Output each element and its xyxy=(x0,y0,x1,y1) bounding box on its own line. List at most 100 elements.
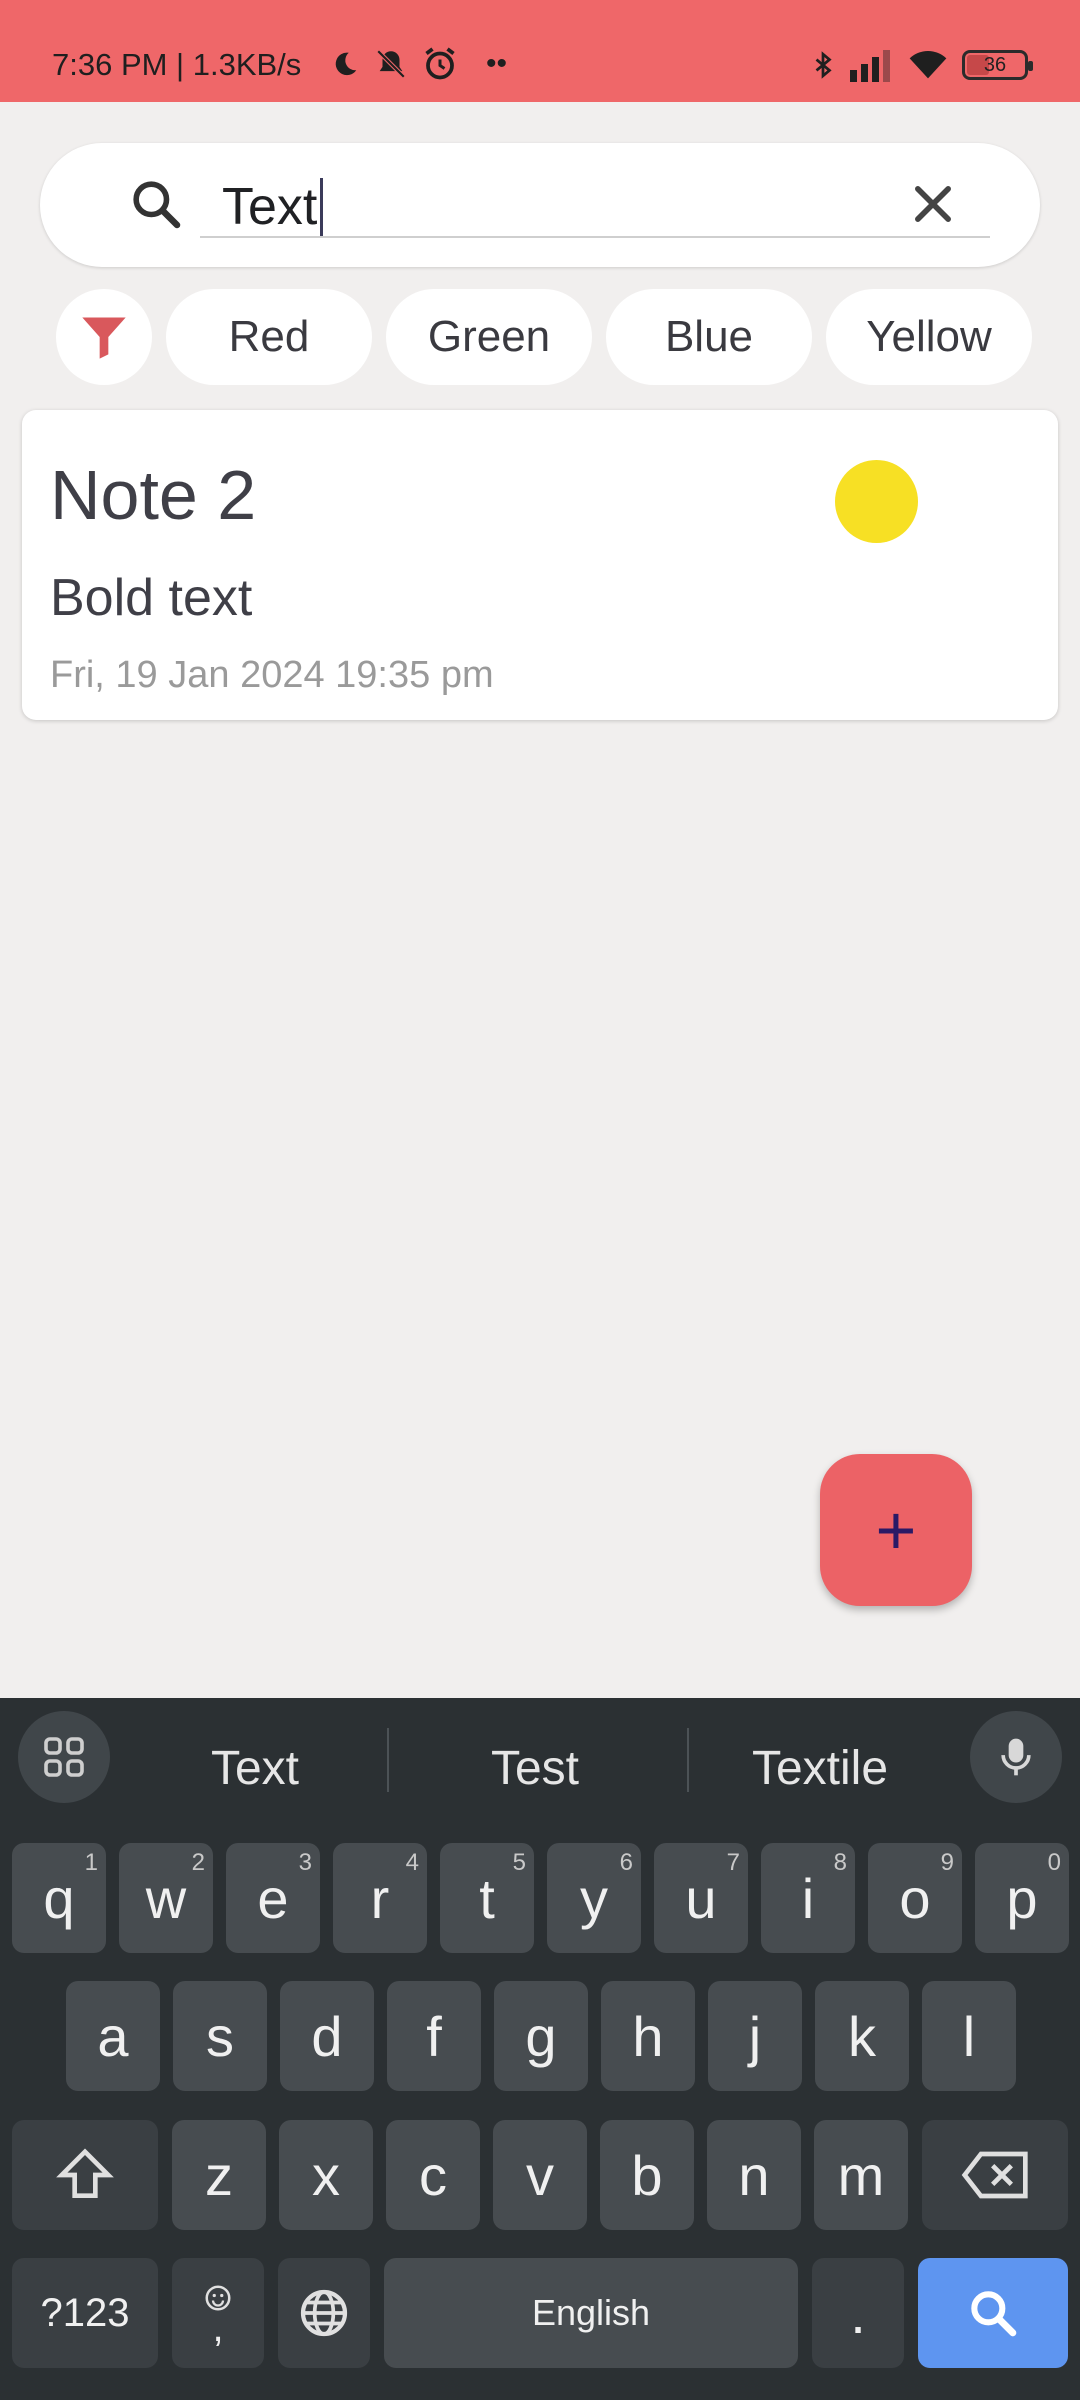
chip-green[interactable]: Green xyxy=(386,289,592,385)
symbols-key[interactable]: ?123 xyxy=(12,2258,158,2368)
suggestion-divider xyxy=(687,1728,689,1792)
backspace-icon xyxy=(961,2151,1028,2199)
key-hint: 2 xyxy=(191,1849,205,1876)
voice-input-button[interactable] xyxy=(970,1711,1062,1803)
chip-blue[interactable]: Blue xyxy=(606,289,812,385)
key-o[interactable]: o9 xyxy=(868,1843,962,1953)
key-j[interactable]: j xyxy=(708,1981,802,2091)
key-i[interactable]: i8 xyxy=(761,1843,855,1953)
search-icon xyxy=(971,2291,1017,2337)
filter-button[interactable] xyxy=(56,289,152,385)
key-w[interactable]: w2 xyxy=(119,1843,213,1953)
key-label: n xyxy=(738,2143,770,2207)
text-caret xyxy=(320,178,323,236)
status-left-icons: •• xyxy=(330,46,507,82)
moon-icon xyxy=(335,52,357,76)
key-t[interactable]: t5 xyxy=(440,1843,534,1953)
chip-yellow[interactable]: Yellow xyxy=(826,289,1032,385)
key-label: y xyxy=(580,1866,608,1930)
suggestion-2[interactable]: Test xyxy=(400,1728,670,1808)
wifi-icon xyxy=(909,51,947,79)
note-body: Bold text xyxy=(50,569,253,627)
note-date: Fri, 19 Jan 2024 19:35 pm xyxy=(50,654,494,696)
key-n[interactable]: n xyxy=(707,2120,801,2230)
key-label: s xyxy=(206,2004,234,2068)
key-label: w xyxy=(145,1866,187,1930)
key-e[interactable]: e3 xyxy=(226,1843,320,1953)
space-bar[interactable]: English xyxy=(384,2258,798,2368)
period-key[interactable]: . xyxy=(812,2258,904,2368)
backspace-key[interactable] xyxy=(922,2120,1068,2230)
search-action-key[interactable] xyxy=(918,2258,1068,2368)
key-label: o xyxy=(899,1866,931,1930)
chip-label: Blue xyxy=(664,312,754,361)
suggestion-3[interactable]: Textile xyxy=(690,1728,950,1808)
globe-icon xyxy=(300,2289,348,2337)
key-c[interactable]: c xyxy=(386,2120,480,2230)
key-p[interactable]: p0 xyxy=(975,1843,1069,1953)
key-label: j xyxy=(748,2004,762,2068)
battery-level: 36 xyxy=(983,53,1007,76)
language-key[interactable] xyxy=(278,2258,370,2368)
chip-label: Yellow xyxy=(866,312,992,361)
key-v[interactable]: v xyxy=(493,2120,587,2230)
key-label: i xyxy=(801,1866,815,1930)
key-label: p xyxy=(1006,1866,1038,1930)
key-label: t xyxy=(479,1866,495,1930)
alarm-icon xyxy=(425,47,455,80)
key-hint: 5 xyxy=(512,1849,526,1876)
chip-red[interactable]: Red xyxy=(166,289,372,385)
key-label: m xyxy=(837,2143,885,2207)
chip-label: Green xyxy=(427,312,551,361)
key-a[interactable]: a xyxy=(66,1981,160,2091)
key-label: g xyxy=(525,2004,557,2068)
key-m[interactable]: m xyxy=(814,2120,908,2230)
key-y[interactable]: y6 xyxy=(547,1843,641,1953)
key-hint: 4 xyxy=(405,1849,419,1876)
battery-icon: 36 xyxy=(962,50,1033,80)
key-hint: 8 xyxy=(833,1849,847,1876)
key-label: f xyxy=(426,2004,442,2068)
chip-label: Red xyxy=(228,312,310,361)
comma-emoji-key[interactable]: , xyxy=(172,2258,264,2368)
keyboard-menu-button[interactable] xyxy=(18,1711,110,1803)
status-right-icons: 36 xyxy=(810,44,1033,86)
key-label: u xyxy=(685,1866,717,1930)
shift-arrow-icon xyxy=(56,2148,114,2198)
key-hint: 7 xyxy=(726,1849,740,1876)
key-label: d xyxy=(311,2004,343,2068)
key-label: r xyxy=(370,1866,390,1930)
key-d[interactable]: d xyxy=(280,1981,374,2091)
key-u[interactable]: u7 xyxy=(654,1843,748,1953)
search-input[interactable] xyxy=(222,172,862,242)
key-r[interactable]: r4 xyxy=(333,1843,427,1953)
key-q[interactable]: q1 xyxy=(12,1843,106,1953)
plus-icon: + xyxy=(875,1491,917,1569)
signal-icon xyxy=(850,50,890,82)
key-label: q xyxy=(43,1866,75,1930)
key-label: b xyxy=(631,2143,663,2207)
key-l[interactable]: l xyxy=(922,1981,1016,2091)
key-g[interactable]: g xyxy=(494,1981,588,2091)
key-label: a xyxy=(97,2004,129,2068)
key-label: z xyxy=(205,2143,233,2207)
search-underline xyxy=(200,236,990,238)
apps-grid-icon xyxy=(44,1737,84,1777)
key-label: c xyxy=(419,2143,447,2207)
mute-bell-icon xyxy=(376,49,406,79)
key-label: e xyxy=(257,1866,289,1930)
shift-key[interactable] xyxy=(12,2120,158,2230)
suggestion-1[interactable]: Text xyxy=(120,1728,390,1808)
note-color-dot xyxy=(835,460,918,543)
note-title: Note 2 xyxy=(50,456,257,534)
key-f[interactable]: f xyxy=(387,1981,481,2091)
key-h[interactable]: h xyxy=(601,1981,695,2091)
key-k[interactable]: k xyxy=(815,1981,909,2091)
key-s[interactable]: s xyxy=(173,1981,267,2091)
key-x[interactable]: x xyxy=(279,2120,373,2230)
key-b[interactable]: b xyxy=(600,2120,694,2230)
key-z[interactable]: z xyxy=(172,2120,266,2230)
clear-search-icon[interactable] xyxy=(907,178,959,230)
add-note-button[interactable]: + xyxy=(820,1454,972,1606)
more-notifications-icon: •• xyxy=(486,47,508,80)
